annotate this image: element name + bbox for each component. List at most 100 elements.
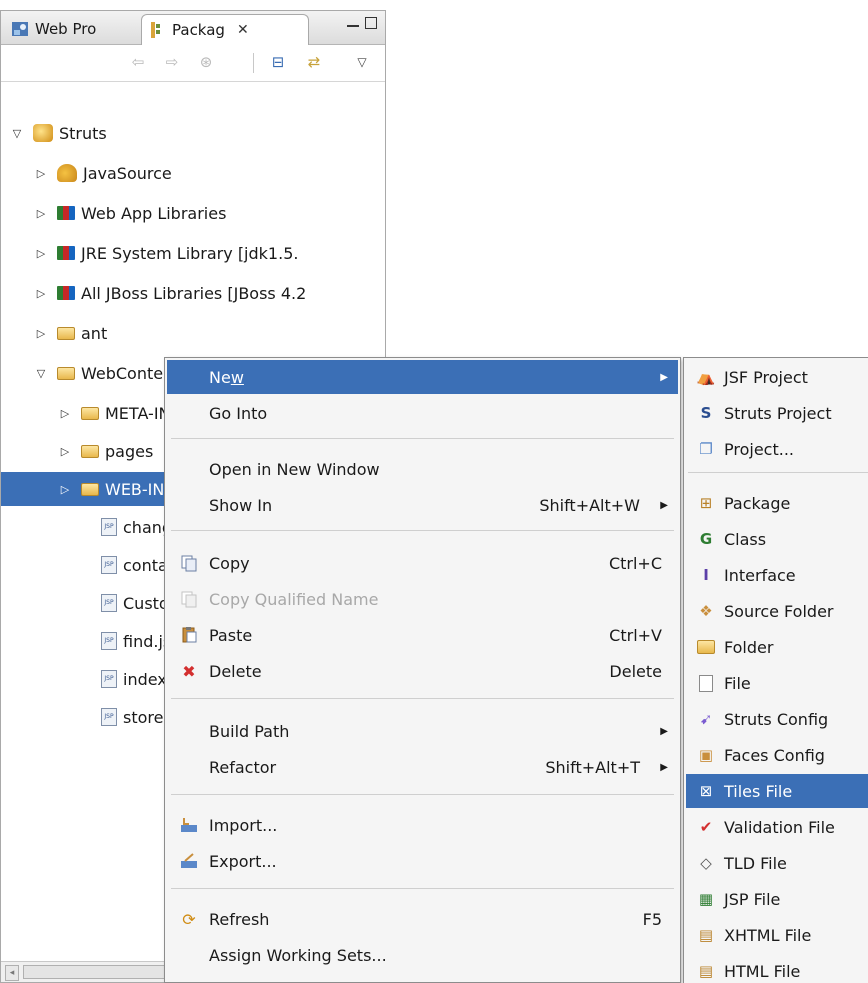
tree-item[interactable]: ▷ Web App Libraries	[33, 196, 385, 230]
forward-arrow-icon[interactable]: ⇨	[161, 51, 183, 73]
menu-item-import[interactable]: Import...	[167, 808, 678, 842]
folder-icon	[696, 637, 716, 657]
submenu-item-label: File	[724, 673, 751, 693]
collapsed-twisty-icon[interactable]: ▷	[33, 207, 49, 220]
submenu-item-folder[interactable]: Folder	[686, 630, 868, 664]
xhtml-file-icon: ▤	[698, 926, 714, 944]
menu-item-copy-qualified-name[interactable]: Copy Qualified Name	[167, 582, 678, 616]
submenu-item-class[interactable]: G Class	[686, 522, 868, 556]
menu-item-label: Show In	[209, 495, 273, 515]
collapsed-twisty-icon[interactable]: ▷	[57, 483, 73, 496]
menu-item-paste[interactable]: Paste Ctrl+V	[167, 618, 678, 652]
folder-icon	[81, 444, 99, 458]
tree-item[interactable]: ▷ All JBoss Libraries [JBoss 4.2	[33, 276, 385, 310]
menu-item-new[interactable]: New ▶	[167, 360, 678, 394]
back-arrow-icon[interactable]: ⇦	[127, 51, 149, 73]
tab-web-projects[interactable]: Web Pro	[5, 14, 139, 44]
menu-accelerator: Delete	[609, 661, 662, 681]
menu-item-label: Refactor	[209, 757, 277, 777]
menu-item-export[interactable]: Export...	[167, 844, 678, 878]
tree-item[interactable]: ▷ ant	[33, 316, 385, 350]
submenu-item-label: Source Folder	[724, 601, 834, 621]
minimize-icon[interactable]	[347, 19, 359, 27]
submenu-item-html-file[interactable]: ▤ HTML File	[686, 954, 868, 983]
expanded-twisty-icon[interactable]: ▽	[33, 367, 49, 380]
submenu-item-tld-file[interactable]: ◇ TLD File	[686, 846, 868, 880]
submenu-item-package[interactable]: ⊞ Package	[686, 486, 868, 520]
menu-item-refactor[interactable]: Refactor Shift+Alt+T ▶	[167, 750, 678, 784]
submenu-item-label: Folder	[724, 637, 774, 657]
menu-separator	[171, 888, 674, 889]
submenu-item-jsp-file[interactable]: ▦ JSP File	[686, 882, 868, 916]
submenu-item-label: JSF Project	[724, 367, 808, 387]
menu-item-label: Refresh	[209, 909, 270, 929]
menu-item-assign-working-sets[interactable]: Assign Working Sets...	[167, 938, 678, 972]
menu-item-label: Export...	[209, 851, 277, 871]
close-icon[interactable]: ✕	[237, 22, 249, 38]
tree-project-struts[interactable]: ▽ Struts	[9, 116, 385, 150]
menu-accelerator: Shift+Alt+T	[545, 757, 640, 777]
menu-item-go-into[interactable]: Go Into	[167, 396, 678, 430]
view-tab-bar: Web Pro Packag ✕	[1, 11, 385, 45]
submenu-item-validation-file[interactable]: ✔ Validation File	[686, 810, 868, 844]
collapsed-twisty-icon[interactable]: ▷	[57, 407, 73, 420]
menu-item-build-path[interactable]: Build Path ▶	[167, 714, 678, 748]
collapse-all-icon[interactable]: ⊟	[267, 51, 289, 73]
tree-item[interactable]: ▷ JRE System Library [jdk1.5.	[33, 236, 385, 270]
submenu-item-jsf-project[interactable]: ⛺ JSF Project	[686, 360, 868, 394]
export-icon	[179, 851, 199, 871]
collapsed-twisty-icon[interactable]: ▷	[33, 287, 49, 300]
collapsed-twisty-icon[interactable]: ▷	[57, 445, 73, 458]
up-folder-icon[interactable]: ⊛	[195, 51, 217, 73]
submenu-item-tiles-file[interactable]: ⊠ Tiles File	[686, 774, 868, 808]
menu-item-delete[interactable]: ✖ Delete Delete	[167, 654, 678, 688]
jsp-file-icon: JSP	[101, 556, 117, 574]
submenu-item-faces-config[interactable]: ▣ Faces Config	[686, 738, 868, 772]
tab-package-explorer-label: Packag	[172, 21, 225, 39]
tree-item-label: Web App Libraries	[81, 203, 227, 223]
menu-item-copy[interactable]: Copy Ctrl+C	[167, 546, 678, 580]
submenu-item-xhtml-file[interactable]: ▤ XHTML File	[686, 918, 868, 952]
submenu-item-interface[interactable]: I Interface	[686, 558, 868, 592]
collapsed-twisty-icon[interactable]: ▷	[33, 167, 49, 180]
source-folder-icon: ❖	[699, 602, 713, 620]
struts-project-icon: S	[700, 404, 712, 422]
maximize-icon[interactable]	[365, 17, 377, 29]
menu-item-label: New	[209, 367, 244, 387]
submenu-item-file[interactable]: File	[686, 666, 868, 700]
package-explorer-icon	[148, 21, 166, 39]
menu-item-show-in[interactable]: Show In Shift+Alt+W ▶	[167, 488, 678, 522]
submenu-item-label: Interface	[724, 565, 796, 585]
submenu-item-label: Struts Config	[724, 709, 829, 729]
jsp-file-icon: JSP	[101, 708, 117, 726]
menu-item-label: Import...	[209, 815, 278, 835]
folder-icon	[81, 482, 99, 496]
tree-item-label: All JBoss Libraries [JBoss 4.2	[81, 283, 307, 303]
menu-item-label: Paste	[209, 625, 253, 645]
jsp-file-icon: JSP	[101, 594, 117, 612]
tab-package-explorer[interactable]: Packag ✕	[141, 14, 309, 45]
menu-accelerator: Ctrl+C	[608, 553, 662, 573]
submenu-item-project[interactable]: ❐ Project...	[686, 432, 868, 466]
submenu-item-source-folder[interactable]: ❖ Source Folder	[686, 594, 868, 628]
menu-item-open-new-window[interactable]: Open in New Window	[167, 452, 678, 486]
submenu-item-struts-config[interactable]: ➹ Struts Config	[686, 702, 868, 736]
menu-item-refresh[interactable]: ⟳ Refresh F5	[167, 902, 678, 936]
tree-item[interactable]: ▷ JavaSource	[33, 156, 385, 190]
collapsed-twisty-icon[interactable]: ▷	[33, 327, 49, 340]
folder-icon	[81, 406, 99, 420]
collapsed-twisty-icon[interactable]: ▷	[33, 247, 49, 260]
package-root-icon	[57, 164, 77, 182]
scroll-left-icon[interactable]: ◂	[5, 965, 19, 981]
submenu-item-struts-project[interactable]: S Struts Project	[686, 396, 868, 430]
view-menu-icon[interactable]: ▽	[351, 51, 373, 73]
new-submenu: ⛺ JSF Project S Struts Project ❐ Project…	[683, 357, 868, 983]
tree-item-label: ant	[81, 323, 108, 343]
expanded-twisty-icon[interactable]: ▽	[9, 127, 25, 140]
jsp-file-icon: JSP	[101, 632, 117, 650]
link-with-editor-icon[interactable]: ⇄	[303, 51, 325, 73]
validation-file-icon: ✔	[699, 818, 713, 836]
menu-separator	[171, 438, 674, 439]
tree-item-label: JavaSource	[83, 163, 172, 183]
submenu-item-label: TLD File	[724, 853, 787, 873]
